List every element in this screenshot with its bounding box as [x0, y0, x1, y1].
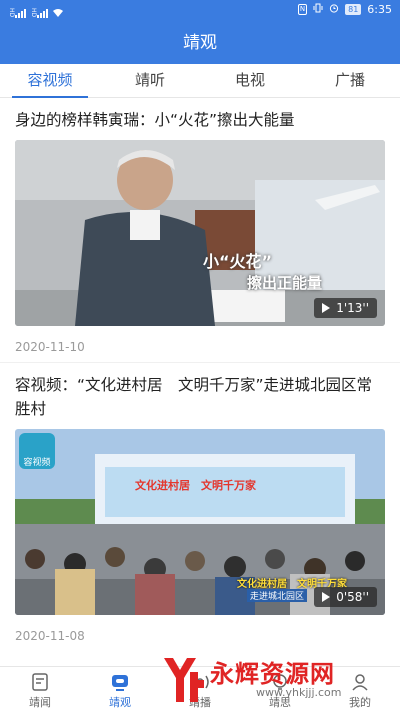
- signal-icon: HD: [30, 8, 48, 18]
- vibrate-icon: [313, 3, 323, 16]
- profile-icon: [352, 674, 368, 691]
- video-overlay-caption: 走进城北园区: [247, 589, 308, 602]
- video-card[interactable]: 容视频：“文化进村居 文明千万家”走进城北园区常胜村 容视频 文化进村居 文明千…: [0, 362, 400, 651]
- video-thumbnail[interactable]: 容视频 文化进村居 文明千万家 文化进村居 文明千万家 走进城北园区 0'58'…: [15, 429, 385, 615]
- publish-date: 2020-11-10: [15, 340, 85, 354]
- think-icon: [273, 674, 287, 690]
- nav-broadcast[interactable]: 靖播: [160, 667, 240, 711]
- bottom-navigation: 靖闻 靖观 靖播 靖思 我的: [0, 666, 400, 711]
- video-thumbnail[interactable]: 小“火花” 擦出正能量 1'13'': [15, 140, 385, 326]
- news-icon: [32, 673, 48, 691]
- nav-profile[interactable]: 我的: [320, 667, 400, 711]
- wifi-icon: [52, 3, 64, 22]
- signal-icon: HD: [8, 8, 26, 18]
- nav-think[interactable]: 靖思: [240, 667, 320, 711]
- video-feed: 身边的榜样韩寅瑞：小“火花”擦出大能量 小“火花” 擦出正能量 1'13'' 2…: [0, 98, 400, 666]
- status-bar: HD HD N 81 6:35: [0, 0, 400, 22]
- video-overlay-caption: 小“火花”: [203, 252, 273, 271]
- tab-video[interactable]: 容视频: [0, 64, 100, 98]
- clock: 6:35: [367, 3, 392, 16]
- video-title[interactable]: 容视频：“文化进村居 文明千万家”走进城北园区常胜村: [15, 373, 385, 421]
- publish-date: 2020-11-08: [15, 629, 85, 643]
- broadcast-icon: [191, 675, 209, 689]
- nav-news[interactable]: 靖闻: [0, 667, 80, 711]
- battery-level: 81: [345, 4, 362, 15]
- video-duration[interactable]: 1'13'': [314, 298, 377, 318]
- video-overlay-caption: 擦出正能量: [247, 274, 323, 292]
- alarm-icon: [329, 3, 339, 16]
- stage-banner: 文化进村居 文明千万家: [135, 479, 256, 492]
- tab-listen[interactable]: 靖听: [100, 64, 200, 97]
- tv-icon: [112, 675, 128, 691]
- play-icon: [322, 592, 331, 602]
- video-duration[interactable]: 0'58'': [314, 587, 377, 607]
- channel-logo: 容视频: [19, 433, 55, 469]
- app-title: 靖观: [0, 22, 400, 64]
- nfc-icon: N: [297, 4, 308, 15]
- video-card[interactable]: 身边的榜样韩寅瑞：小“火花”擦出大能量 小“火花” 擦出正能量 1'13'' 2…: [0, 98, 400, 362]
- play-icon: [322, 303, 331, 313]
- category-tabs: 容视频 靖听 电视 广播: [0, 64, 400, 98]
- tab-tv[interactable]: 电视: [200, 64, 300, 97]
- video-title[interactable]: 身边的榜样韩寅瑞：小“火花”擦出大能量: [15, 108, 385, 132]
- nav-watch[interactable]: 靖观: [80, 667, 160, 711]
- tab-radio[interactable]: 广播: [300, 64, 400, 97]
